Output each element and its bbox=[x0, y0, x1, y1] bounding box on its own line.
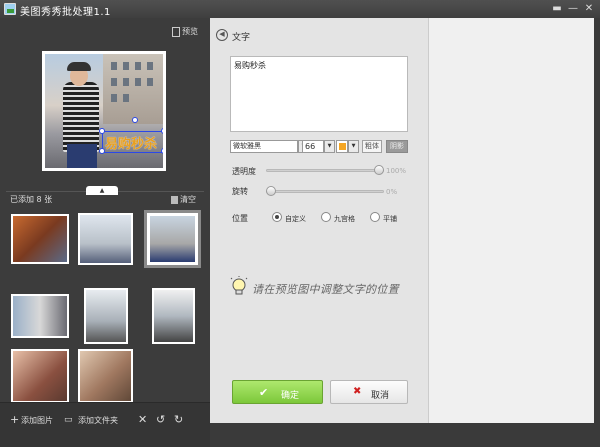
trash-icon bbox=[171, 195, 178, 204]
app-icon bbox=[4, 3, 16, 15]
ok-button[interactable]: ✔ 确定 bbox=[232, 380, 323, 404]
plus-icon: + bbox=[10, 413, 20, 426]
close-icon: ✖ bbox=[353, 386, 362, 397]
thumbnail[interactable] bbox=[11, 214, 69, 264]
hint-text: 请在预览图中调整文字的位置 bbox=[252, 283, 399, 296]
radio-tile-label: 平铺 bbox=[383, 215, 397, 223]
delete-icon[interactable]: ✕ bbox=[138, 414, 147, 425]
text-input[interactable]: 易购秒杀 bbox=[230, 56, 408, 132]
radio-grid[interactable] bbox=[321, 212, 331, 222]
resize-handle[interactable] bbox=[161, 128, 163, 134]
add-image-button[interactable]: 添加图片 bbox=[21, 415, 53, 426]
lightbulb-icon bbox=[230, 276, 248, 295]
added-count: 已添加 8 张 bbox=[10, 195, 53, 204]
status-bar bbox=[210, 423, 600, 447]
rotate-handle[interactable] bbox=[132, 117, 138, 123]
shadow-button[interactable]: 阴影 bbox=[386, 140, 408, 153]
clear-label: 清空 bbox=[180, 195, 196, 204]
resize-handle[interactable] bbox=[161, 148, 163, 154]
chevron-down-icon[interactable]: ▼ bbox=[324, 140, 335, 153]
opacity-value: 100% bbox=[386, 167, 407, 175]
clear-button[interactable]: 清空 bbox=[171, 194, 196, 205]
thumbnail[interactable] bbox=[84, 288, 128, 344]
font-select[interactable]: 微软雅黑 bbox=[230, 140, 298, 153]
thumbnail[interactable] bbox=[11, 349, 69, 403]
collapse-toggle[interactable]: ▲ bbox=[86, 186, 118, 195]
preview-photo: 易购秒杀 bbox=[45, 54, 163, 168]
check-icon: ✔ bbox=[259, 386, 269, 399]
rotate-left-icon[interactable]: ↺ bbox=[156, 414, 165, 425]
bold-button[interactable]: 粗体 bbox=[362, 140, 382, 153]
text-overlay-box[interactable]: 易购秒杀 bbox=[99, 117, 163, 154]
resize-handle[interactable] bbox=[99, 128, 105, 134]
preview-button[interactable]: 预览 bbox=[172, 26, 198, 37]
minimize-button[interactable]: — bbox=[566, 2, 580, 15]
font-size-select[interactable]: 66 bbox=[302, 140, 324, 153]
rotation-label: 旋转 bbox=[232, 187, 248, 196]
ok-label: 确定 bbox=[281, 391, 300, 401]
opacity-label: 透明度 bbox=[232, 167, 256, 176]
thumbnail[interactable] bbox=[78, 213, 133, 265]
opacity-slider-knob[interactable] bbox=[374, 165, 384, 175]
preview-label: 预览 bbox=[182, 27, 198, 36]
bottom-toolbar: + 添加图片 ▭ 添加文件夹 ✕ ↺ ↻ bbox=[0, 402, 210, 447]
color-swatch bbox=[339, 143, 346, 150]
panel-title: 文字 bbox=[232, 33, 251, 43]
chevron-down-icon[interactable]: ▼ bbox=[348, 140, 359, 153]
folder-icon: ▭ bbox=[64, 415, 73, 425]
document-icon bbox=[172, 26, 180, 37]
radio-grid-label: 九宫格 bbox=[334, 215, 355, 223]
window-title: 美图秀秀批处理1.1 bbox=[20, 7, 111, 18]
cancel-label: 取消 bbox=[371, 391, 390, 401]
rotate-right-icon[interactable]: ↻ bbox=[174, 414, 183, 425]
radio-custom-label: 自定义 bbox=[285, 215, 306, 223]
overlay-text: 易购秒杀 bbox=[105, 137, 158, 152]
thumbnail[interactable] bbox=[78, 349, 133, 403]
window-border bbox=[594, 18, 600, 423]
menu-icon[interactable]: ▬ bbox=[550, 2, 564, 15]
resize-handle[interactable] bbox=[99, 148, 105, 154]
left-panel: 预览 易购秒杀 ▲ 已添加 8 张 清空 + 添加图片 ▭ 添加文件夹 ✕ ↺ … bbox=[0, 18, 210, 447]
thumbnail-selected[interactable] bbox=[144, 210, 201, 268]
radio-tile[interactable] bbox=[370, 212, 380, 222]
canvas-area bbox=[429, 18, 594, 423]
opacity-slider[interactable] bbox=[266, 169, 384, 172]
back-icon[interactable]: ◀ bbox=[216, 29, 228, 41]
rotation-slider[interactable] bbox=[266, 190, 384, 193]
thumbnail[interactable] bbox=[11, 294, 69, 338]
title-bar: 美图秀秀批处理1.1 ▬ — ✕ bbox=[0, 0, 600, 18]
add-folder-button[interactable]: 添加文件夹 bbox=[78, 415, 118, 426]
thumbnail[interactable] bbox=[152, 288, 195, 344]
preview-image: 易购秒杀 bbox=[42, 51, 166, 171]
close-button[interactable]: ✕ bbox=[582, 2, 596, 15]
color-picker[interactable] bbox=[336, 140, 348, 153]
rotation-slider-knob[interactable] bbox=[266, 186, 276, 196]
radio-custom[interactable] bbox=[272, 212, 282, 222]
text-settings-panel: ◀ 文字 易购秒杀 微软雅黑 ▼ 66 ▼ ▼ 粗体 阴影 透明度 100% 旋… bbox=[210, 18, 429, 423]
cancel-button[interactable]: ✖ 取消 bbox=[330, 380, 408, 404]
position-label: 位置 bbox=[232, 214, 248, 223]
rotation-value: 0% bbox=[386, 188, 398, 196]
